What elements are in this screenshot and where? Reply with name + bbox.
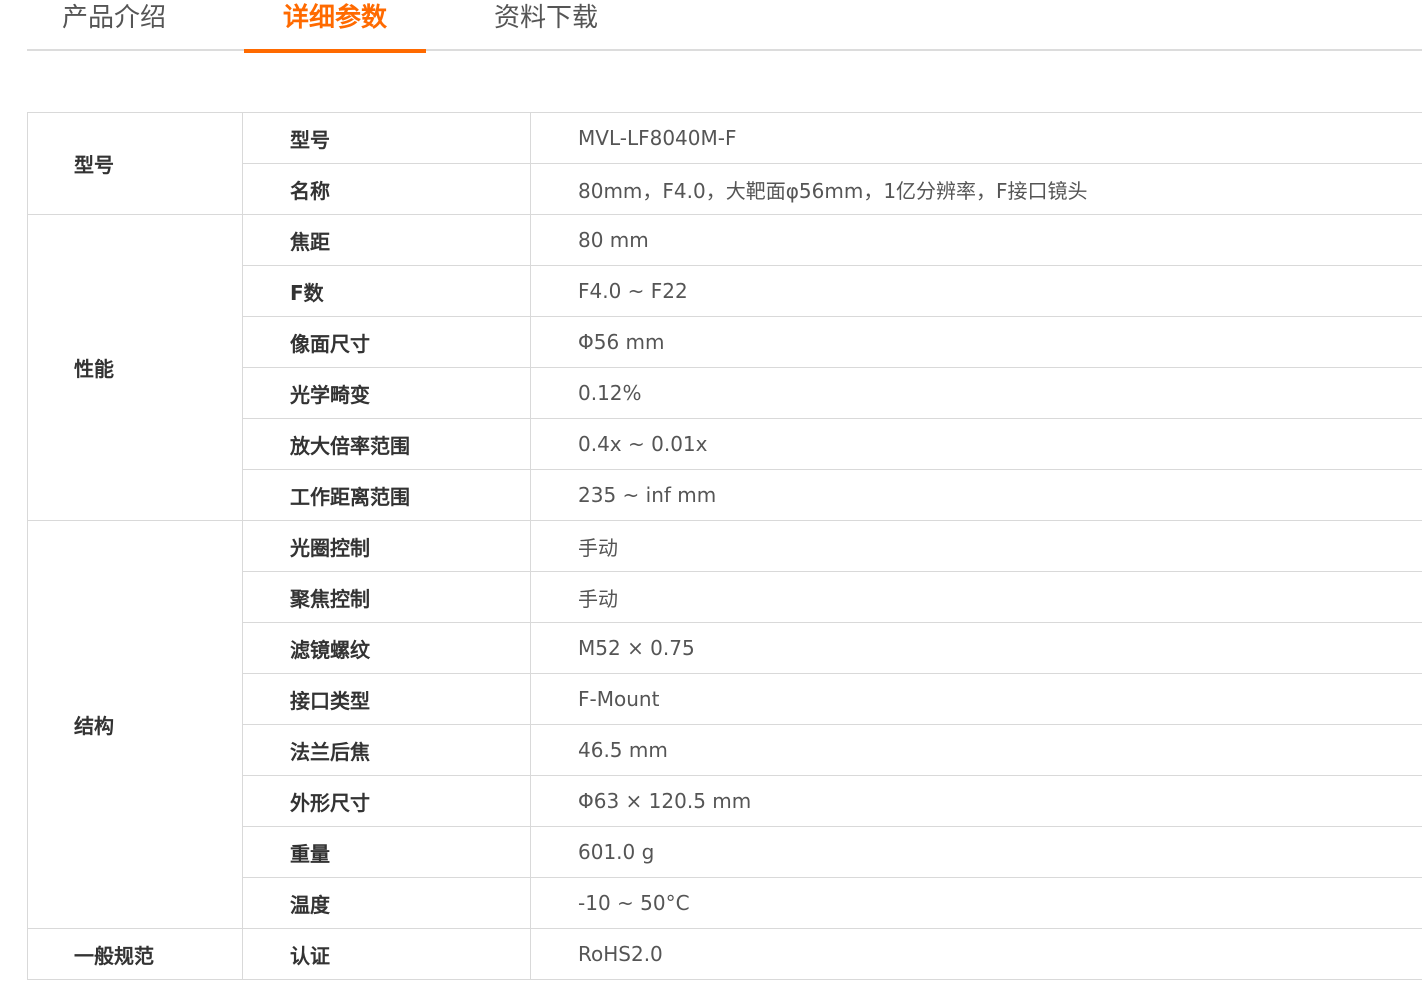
spec-table-body: 型号 型号 MVL-LF8040M-F 名称 80mm，F4.0，大靶面φ56mm，1亿… (27, 112, 1422, 980)
spec-key: 像面尺寸 (242, 316, 531, 368)
tab-label: 资料下载 (494, 3, 599, 33)
spec-value: 235 ~ inf mm (530, 469, 1422, 521)
active-tab-indicator (244, 49, 426, 53)
spec-group-label: 结构 (27, 520, 243, 929)
tab-product-intro[interactable]: 产品介绍 (62, 0, 166, 51)
spec-key: 接口类型 (242, 673, 531, 725)
spec-value: F4.0 ~ F22 (530, 265, 1422, 317)
spec-key: 放大倍率范围 (242, 418, 531, 470)
spec-key: 名称 (242, 163, 531, 215)
spec-value: 手动 (530, 520, 1422, 572)
spec-value: RoHS2.0 (530, 928, 1422, 980)
table-row: 一般规范 认证 RoHS2.0 (27, 928, 1422, 980)
table-row: 型号 型号 MVL-LF8040M-F (27, 112, 1422, 215)
tab-label: 详细参数 (282, 3, 387, 33)
spec-group-label: 型号 (27, 112, 243, 215)
spec-key: 温度 (242, 877, 531, 929)
spec-value: 0.4x ~ 0.01x (530, 418, 1422, 470)
table-row: 性能 焦距 80 mm (27, 214, 1422, 521)
spec-table: 型号 型号 MVL-LF8040M-F 名称 80mm，F4.0，大靶面φ56mm，1亿… (27, 112, 1422, 980)
spec-key: 光学畸变 (242, 367, 531, 419)
spec-key: F数 (242, 265, 531, 317)
spec-value: MVL-LF8040M-F (530, 112, 1422, 164)
spec-key: 重量 (242, 826, 531, 878)
spec-key: 滤镜螺纹 (242, 622, 531, 674)
spec-value: -10 ~ 50°C (530, 877, 1422, 929)
tab-detailed-params[interactable]: 详细参数 (244, 0, 426, 53)
spec-value: M52 × 0.75 (530, 622, 1422, 674)
spec-value: 0.12% (530, 367, 1422, 419)
spec-group-label: 一般规范 (27, 928, 243, 980)
spec-value: F-Mount (530, 673, 1422, 725)
tab-bar: 产品介绍 详细参数 资料下载 (27, 0, 1422, 53)
spec-key: 认证 (242, 928, 531, 980)
spec-key: 型号 (242, 112, 531, 164)
spec-group-label: 性能 (27, 214, 243, 521)
spec-value: 46.5 mm (530, 724, 1422, 776)
spec-value: 80mm，F4.0，大靶面φ56mm，1亿分辨率，F接口镜头 (530, 163, 1422, 215)
spec-key: 焦距 (242, 214, 531, 266)
spec-key: 工作距离范围 (242, 469, 531, 521)
spec-value: 手动 (530, 571, 1422, 623)
product-detail-page: 产品介绍 详细参数 资料下载 型号 型号 MVL-LF8040M-F 名称 80mm，F… (0, 0, 1422, 991)
spec-key: 法兰后焦 (242, 724, 531, 776)
spec-value: 601.0 g (530, 826, 1422, 878)
spec-value: Φ56 mm (530, 316, 1422, 368)
spec-value: Φ63 × 120.5 mm (530, 775, 1422, 827)
spec-key: 外形尺寸 (242, 775, 531, 827)
spec-value: 80 mm (530, 214, 1422, 266)
tab-downloads[interactable]: 资料下载 (494, 0, 598, 51)
spec-key: 光圈控制 (242, 520, 531, 572)
tab-label: 产品介绍 (62, 3, 167, 33)
table-row: 结构 光圈控制 手动 (27, 520, 1422, 929)
spec-key: 聚焦控制 (242, 571, 531, 623)
